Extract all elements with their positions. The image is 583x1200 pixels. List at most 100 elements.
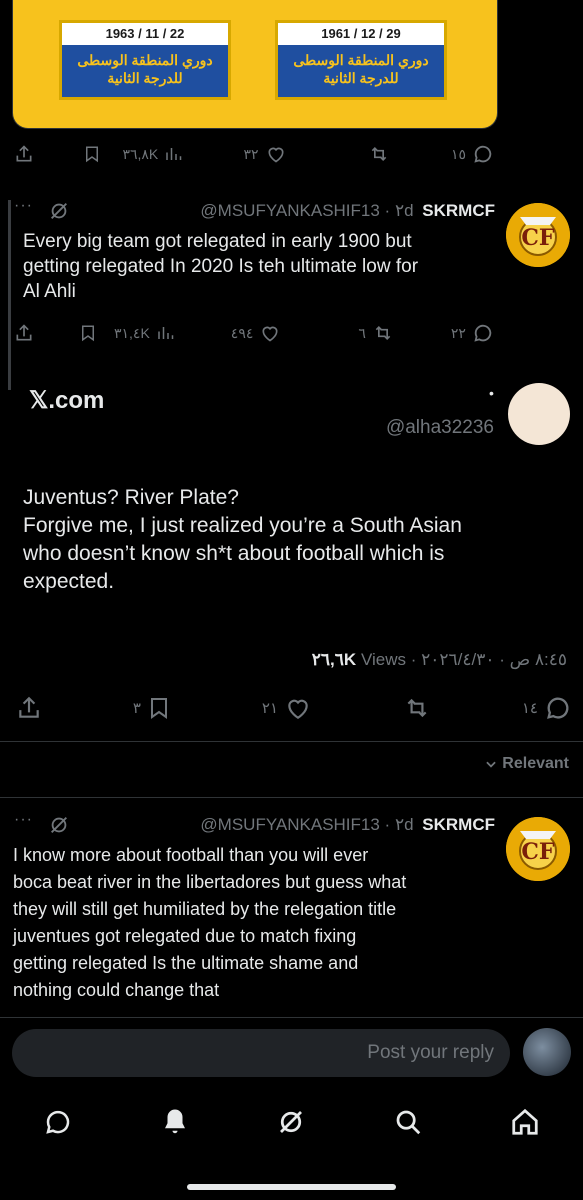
tweet2-actions: ٣١,٤K ٤٩٤ ٦ ٢٢ <box>14 319 494 347</box>
sort-label: Relevant <box>502 755 569 772</box>
quoted-image[interactable]: 1963 / 11 / 22 دوري المنطقة الوسطى للدرج… <box>12 0 498 129</box>
retweet-button[interactable]: ٦ <box>358 323 394 343</box>
image-text-right-1: دوري المنطقة الوسطى <box>293 52 429 68</box>
tweet1-actions: ٣٦,٨K ٣٢ ١٥ <box>14 140 494 168</box>
sort-dropdown[interactable]: Relevant <box>484 755 569 773</box>
more-options-button[interactable]: ··· <box>14 811 33 829</box>
thread-line <box>8 200 11 390</box>
messages-icon <box>46 1110 70 1134</box>
reply-count: ١٤ <box>521 700 538 717</box>
reply-line: they will still get humiliated by the re… <box>13 899 397 919</box>
like-button[interactable]: ٤٩٤ <box>231 323 282 343</box>
main-post-line: expected. <box>23 570 115 593</box>
like-button[interactable]: ٢١ <box>262 695 312 721</box>
reply-line: juventues got relegated due to match fix… <box>13 926 357 946</box>
grok-icon <box>280 1111 303 1133</box>
retweet-count: ٦ <box>358 324 366 341</box>
avatar[interactable]: CF <box>506 203 570 267</box>
divider <box>0 797 583 798</box>
divider <box>0 1017 583 1018</box>
image-text-right-2: للدرجة الثانية <box>323 70 399 86</box>
reply-line: getting relegated Is the ultimate shame … <box>13 953 359 973</box>
like-button[interactable]: ٣٢ <box>243 144 286 164</box>
heart-icon <box>288 699 308 720</box>
search-icon <box>396 1110 421 1135</box>
reply-handle-time[interactable]: @MSUFYANKASHIF13 · ٢d <box>200 815 413 834</box>
share-button[interactable] <box>14 323 34 343</box>
bookmark-icon <box>86 146 99 163</box>
avatar[interactable]: CF <box>506 817 570 881</box>
reply-line: I know more about football than you will… <box>13 845 369 865</box>
heart-icon <box>262 326 278 342</box>
image-text-left-1: دوري المنطقة الوسطى <box>77 52 213 68</box>
bookmark-count: ٣ <box>132 700 141 717</box>
share-icon <box>19 696 39 718</box>
like-count: ٢١ <box>261 700 279 717</box>
bookmark-icon <box>82 325 94 342</box>
tab-grok[interactable] <box>276 1107 306 1137</box>
tweet2-header: @MSUFYANKASHIF13 · ٢d SKRMCF <box>200 201 495 221</box>
image-panel-left: 1963 / 11 / 22 دوري المنطقة الوسطى للدرج… <box>59 20 231 100</box>
image-panel-right: 1961 / 12 / 29 دوري المنطقة الوسطى للدرج… <box>275 20 447 100</box>
bottom-tab-bar <box>0 1095 583 1149</box>
reply-button[interactable]: ١٤ <box>522 694 572 722</box>
views-label: Views <box>360 650 406 669</box>
bookmark-button[interactable] <box>83 144 101 164</box>
tab-home[interactable] <box>510 1107 540 1137</box>
retweet-button[interactable] <box>368 144 390 164</box>
like-count: ٣٢ <box>243 145 259 162</box>
views-button[interactable]: ٣١,٤K <box>114 324 174 342</box>
grok-icon[interactable] <box>48 814 70 836</box>
image-text-left-2: للدرجة الثانية <box>107 70 183 86</box>
reply-input[interactable]: Post your reply <box>12 1029 510 1077</box>
image-date-left: 1963 / 11 / 22 <box>62 23 228 45</box>
tweet2-text: Every big team got relegated in early 19… <box>23 229 498 304</box>
x-watermark: 𝕏.com <box>29 387 105 414</box>
main-post-actions: ٣ ٢١ ١٤ <box>16 693 572 723</box>
share-button[interactable] <box>16 695 42 721</box>
reply-placeholder: Post your reply <box>367 1042 494 1063</box>
main-post-handle[interactable]: @alha32236 <box>386 417 494 439</box>
post-datetime: · ٨:٤٥ ص · ٢٠٢٦/٤/٣٠ <box>410 650 567 669</box>
home-indicator <box>187 1184 396 1190</box>
views-count: ٣٦,٨K <box>122 145 159 162</box>
tab-search[interactable] <box>393 1107 423 1137</box>
tweet2-handle-time[interactable]: @MSUFYANKASHIF13 · ٢d <box>200 201 413 220</box>
views-count: ٢٦,٦K <box>311 650 357 669</box>
avatar[interactable] <box>508 383 570 445</box>
user-avatar[interactable] <box>523 1028 571 1076</box>
tweet2-author-name[interactable]: SKRMCF <box>422 201 495 220</box>
more-options-button[interactable]: ··· <box>14 197 33 215</box>
reply-icon <box>547 697 569 719</box>
tab-notifications[interactable] <box>160 1107 190 1137</box>
main-post-text: Juventus? River Plate? Forgive me, I jus… <box>23 484 553 596</box>
home-icon <box>512 1108 538 1135</box>
reply-count: ٢٢ <box>450 324 466 341</box>
reply-icon <box>474 324 492 342</box>
image-date-right: 1961 / 12 / 29 <box>278 23 444 45</box>
reply-author-name[interactable]: SKRMCF <box>422 815 495 834</box>
retweet-button[interactable] <box>403 695 431 721</box>
main-post-line: who doesn’t know sh*t about football whi… <box>23 542 445 565</box>
main-post-line: Forgive me, I just realized you’re a Sou… <box>23 514 462 537</box>
views-button[interactable]: ٣٦,٨K <box>122 145 182 163</box>
reply-count: ١٥ <box>450 145 466 162</box>
reply-text: I know more about football than you will… <box>13 842 501 1004</box>
retweet-icon <box>375 325 391 341</box>
tweet2-line: getting relegated In 2020 Is teh ultimat… <box>23 256 419 277</box>
share-icon <box>16 145 32 162</box>
reply-button[interactable]: ٢٢ <box>451 322 494 344</box>
share-icon <box>16 324 32 341</box>
chevron-down-icon <box>486 761 496 768</box>
main-post-meta: ٢٦,٦K Views · ٨:٤٥ ص · ٢٠٢٦/٤/٣٠ <box>312 650 567 670</box>
divider <box>0 741 583 742</box>
main-post-line: Juventus? River Plate? <box>23 486 239 509</box>
dot-indicator: • <box>489 385 494 401</box>
grok-icon[interactable] <box>48 200 70 222</box>
tab-messages[interactable] <box>43 1107 73 1137</box>
share-button[interactable] <box>14 144 34 164</box>
bookmark-button[interactable] <box>79 323 97 343</box>
bookmark-button[interactable]: ٣ <box>133 695 171 721</box>
reply-button[interactable]: ١٥ <box>451 143 494 165</box>
reply-line: nothing could change that <box>13 980 220 1000</box>
